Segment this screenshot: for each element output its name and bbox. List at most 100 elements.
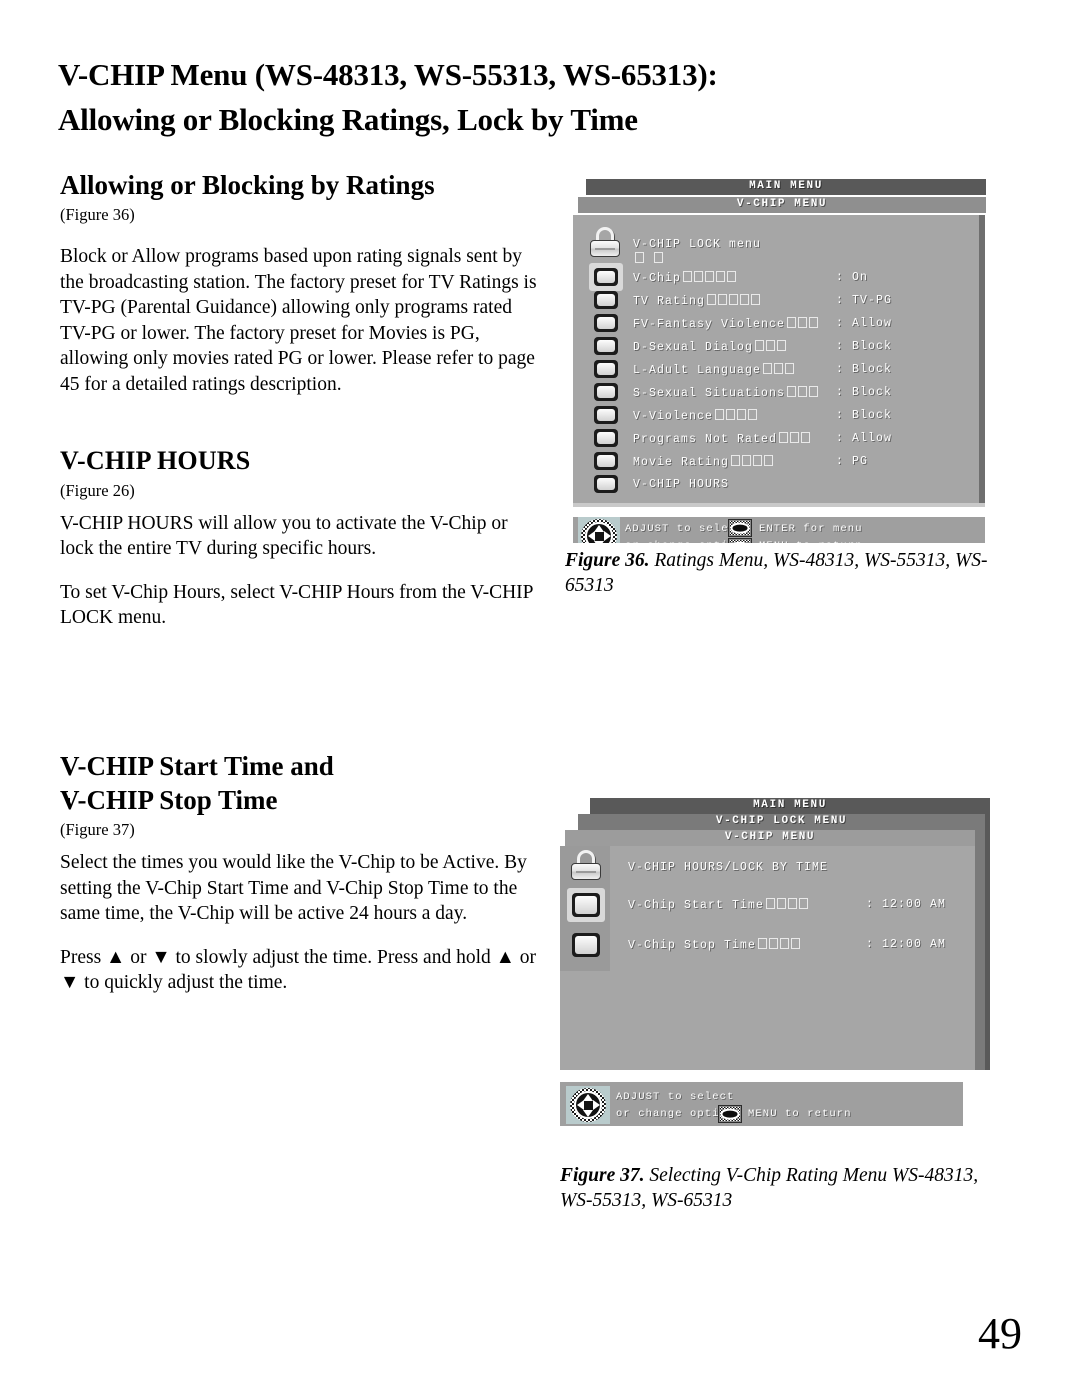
fig36-panel-shadow-bottom — [573, 503, 985, 507]
glyph-box — [718, 294, 728, 305]
fig37-help-line2-left: or change option — [616, 1108, 735, 1120]
glyph-box — [799, 898, 809, 909]
fig37-menu-panel — [560, 846, 975, 1070]
fig36-title-bar-main-menu: MAIN MENU — [586, 179, 986, 195]
section-heading-start-stop-line-1: V-CHIP Start Time and — [60, 750, 334, 781]
section-heading-start-stop-line-2: V-CHIP Stop Time — [60, 784, 278, 815]
glyph-box — [755, 340, 765, 351]
menu-item-label[interactable]: Programs Not Rated — [633, 432, 811, 447]
glyph-box — [769, 938, 779, 949]
lock-icon — [569, 850, 603, 880]
enter-button-icon — [728, 519, 752, 537]
glyph-box — [694, 271, 704, 282]
fig37-header-label: V-CHIP HOURS/LOCK BY TIME — [628, 861, 829, 874]
menu-item-label[interactable]: Movie Rating — [633, 455, 774, 470]
tv-icon[interactable] — [594, 429, 618, 447]
fig37-help-line2-right: MENU to return — [748, 1108, 852, 1120]
glyph-box — [742, 455, 752, 466]
menu-item-label[interactable]: V-Chip Stop Time — [628, 938, 801, 953]
glyph-box — [729, 294, 739, 305]
tv-icon[interactable] — [572, 933, 600, 957]
tv-icon[interactable] — [572, 893, 600, 917]
tv-icon[interactable] — [594, 314, 618, 332]
tv-icon[interactable] — [594, 268, 618, 286]
glyph-box — [683, 271, 693, 282]
glyph-box — [809, 386, 819, 397]
paragraph-ratings-intro: Block or Allow programs based upon ratin… — [60, 246, 537, 395]
figure-36-caption-label: Figure 36. — [565, 550, 650, 571]
glyph-box — [716, 271, 726, 282]
fig37-shadow-layer-2 — [985, 814, 990, 1070]
paragraph-start-stop-2: Press ▲ or ▼ to slowly adjust the time. … — [60, 946, 537, 994]
glyph-box — [764, 455, 774, 466]
glyph-box — [801, 432, 811, 443]
fig36-title-bar-vchip-menu: V-CHIP MENU — [578, 197, 986, 213]
tv-icon[interactable] — [594, 337, 618, 355]
fig36-help-bar: ADJUST to select or change option ENTER … — [573, 517, 985, 543]
glyph-box — [740, 294, 750, 305]
tv-icon[interactable] — [594, 406, 618, 424]
tv-icon[interactable] — [594, 452, 618, 470]
glyph-box — [763, 363, 773, 374]
menu-item-value[interactable]: : Block — [836, 340, 892, 354]
menu-button-icon — [728, 538, 752, 543]
menu-item-label[interactable]: TV Rating — [633, 294, 761, 309]
fig37-shadow-layer-1 — [975, 830, 985, 1070]
paragraph-start-stop-1: Select the times you would like the V-Ch… — [60, 851, 527, 925]
menu-item-label[interactable]: D-Sexual Dialog — [633, 340, 787, 355]
tv-icon[interactable] — [594, 475, 618, 493]
stray-period-mark — [66, 798, 70, 802]
menu-item-label[interactable]: V-Violence — [633, 409, 758, 424]
tv-icon[interactable] — [594, 383, 618, 401]
figure-37-caption: Figure 37. Selecting V-Chip Rating Menu … — [560, 1163, 990, 1213]
lock-icon — [588, 227, 622, 257]
glyph-box — [766, 898, 776, 909]
glyph-box — [726, 409, 736, 420]
menu-item-value[interactable]: : Allow — [836, 432, 892, 446]
fig36-panel-shadow — [979, 215, 985, 503]
glyph-box — [777, 898, 787, 909]
menu-item-value[interactable]: : On — [836, 271, 868, 285]
fig37-help-line1-left: ADJUST to select — [616, 1091, 735, 1103]
menu-item-label[interactable]: V-CHIP HOURS — [633, 478, 729, 492]
menu-item-value[interactable]: : Block — [836, 363, 892, 377]
menu-item-label[interactable]: S-Sexual Situations — [633, 386, 819, 401]
menu-item-value[interactable]: : TV-PG — [836, 294, 892, 308]
menu-item-value[interactable]: : 12:00 AM — [866, 898, 946, 912]
menu-item-value[interactable]: : Allow — [836, 317, 892, 331]
paragraph-hours-1: V-CHIP HOURS will allow you to activate … — [60, 512, 508, 560]
glyph-box — [748, 409, 758, 420]
glyph-box — [766, 340, 776, 351]
page-title-line-2: Allowing or Blocking Ratings, Lock by Ti… — [58, 102, 638, 137]
tv-icon[interactable] — [594, 291, 618, 309]
glyph-box — [798, 386, 808, 397]
menu-item-value[interactable]: : Block — [836, 409, 892, 423]
fig37-title-bar-main-menu: MAIN MENU — [590, 798, 990, 814]
menu-item-value[interactable]: : 12:00 AM — [866, 938, 946, 952]
section-heading-allowing-blocking: Allowing or Blocking by Ratings — [60, 170, 435, 200]
page-number: 49 — [978, 1309, 1022, 1358]
page-title-line-1: V-CHIP Menu (WS-48313, WS-55313, WS-6531… — [58, 57, 718, 92]
menu-item-value[interactable]: : Block — [836, 386, 892, 400]
menu-item-value[interactable]: : PG — [836, 455, 868, 469]
glyph-box — [788, 898, 798, 909]
fig36-help-line1-left: ADJUST to select — [625, 523, 744, 535]
glyph-box — [780, 938, 790, 949]
glyph-box — [790, 432, 800, 443]
fig36-help-line2-right: MENU to return — [759, 540, 863, 543]
glyph-box — [758, 938, 768, 949]
fig37-help-pad-bg — [566, 1086, 610, 1124]
menu-item-label[interactable]: V-Chip — [633, 271, 737, 286]
menu-item-label[interactable]: FV-Fantasy Violence — [633, 317, 819, 332]
figure-ref-37: (Figure 37) — [60, 819, 135, 839]
fig36-header-label: V-CHIP LOCK menu — [633, 238, 762, 251]
glyph-box — [705, 271, 715, 282]
glyph-box — [798, 317, 808, 328]
glyph-box — [737, 409, 747, 420]
tv-icon[interactable] — [594, 360, 618, 378]
glyph-box — [731, 455, 741, 466]
section-heading-vchip-hours: V-CHIP HOURS — [60, 445, 251, 475]
figure-ref-36: (Figure 36) — [60, 205, 135, 224]
menu-item-label[interactable]: V-Chip Start Time — [628, 898, 809, 913]
menu-item-label[interactable]: L-Adult Language — [633, 363, 795, 378]
